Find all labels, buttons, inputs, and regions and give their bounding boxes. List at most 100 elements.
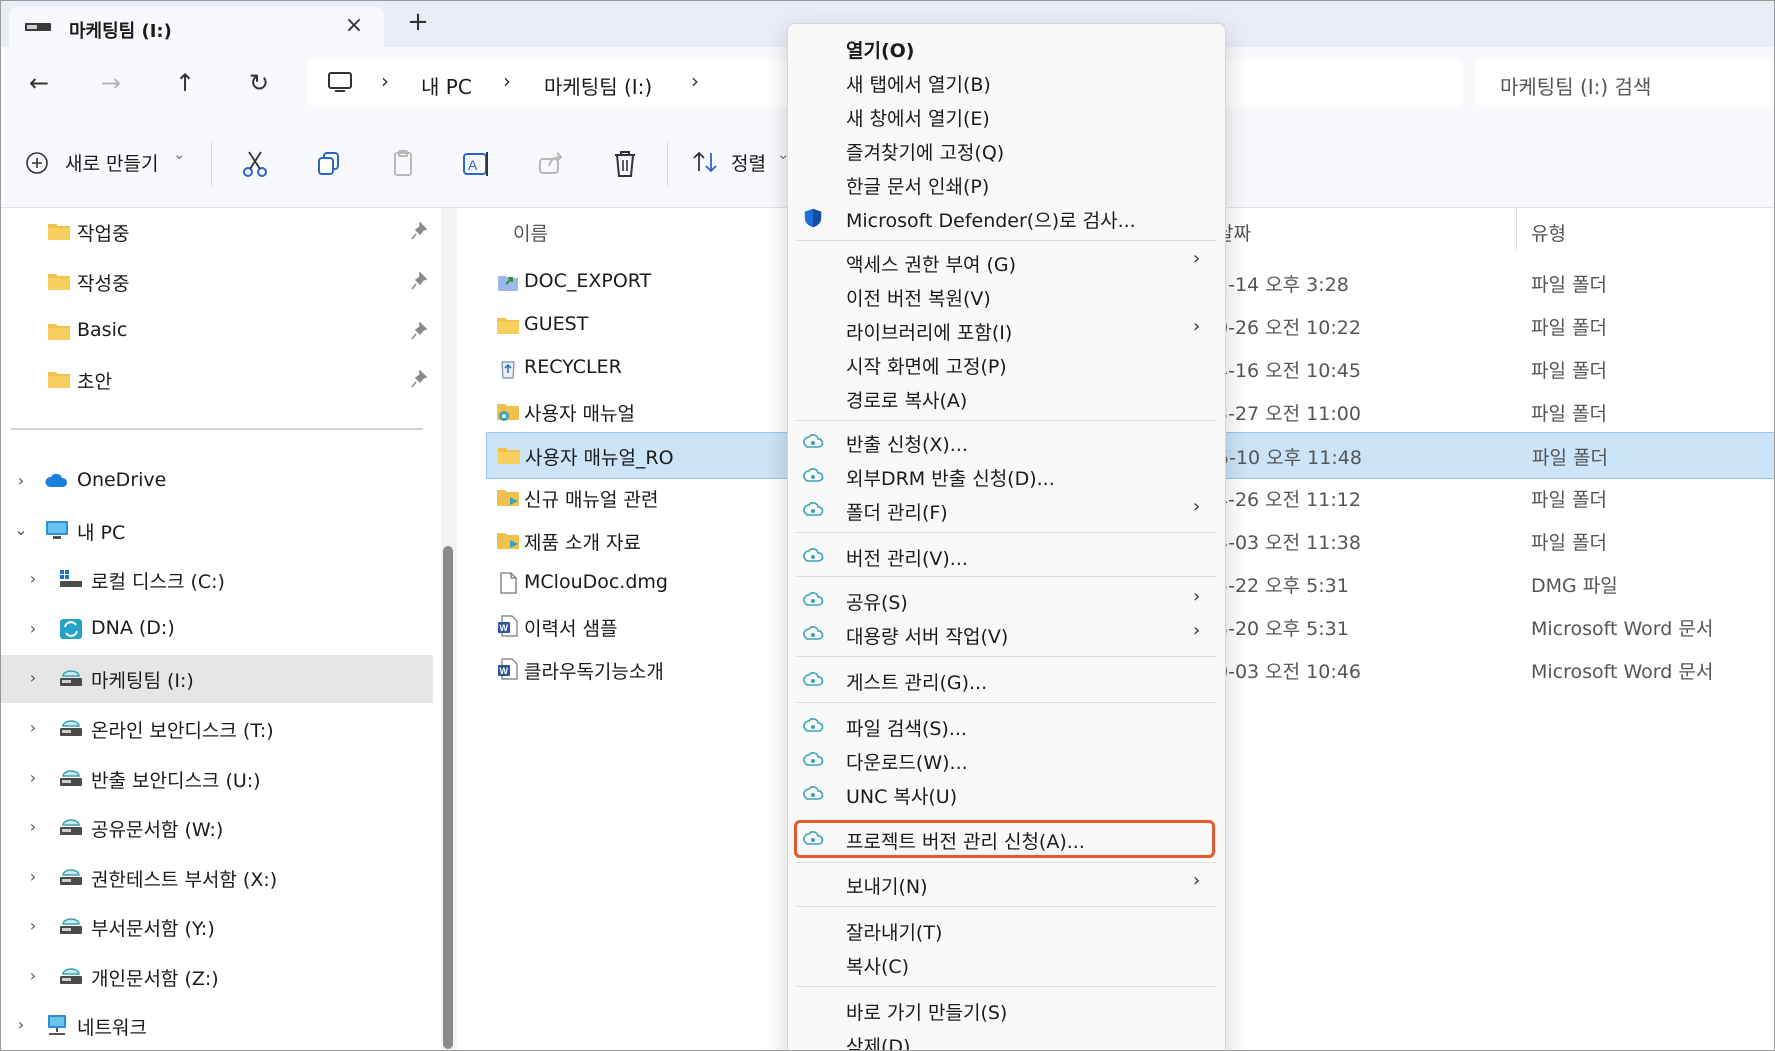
chevron-right-icon[interactable]: › (23, 916, 43, 935)
share-icon[interactable] (535, 149, 567, 179)
chevron-right-icon[interactable]: › (11, 1015, 31, 1034)
clouddoc-icon (803, 502, 824, 516)
sidebar-item-drive-x[interactable]: › 권한테스트 부서함 (X:) (1, 854, 433, 902)
quick-access-item[interactable]: Basic (1, 308, 433, 356)
menu-item-cut[interactable]: 잘라내기(T) (788, 914, 1225, 946)
sidebar-item-label: 네트워크 (77, 1017, 147, 1039)
copy-icon[interactable] (313, 149, 345, 179)
column-header-type[interactable]: 유형 (1531, 219, 1566, 246)
breadcrumb-marketing[interactable]: 마케팅팀 (I:) (544, 71, 652, 100)
context-menu: 열기(O) 새 탭에서 열기(B) 새 창에서 열기(E) 즐겨찾기에 고정(Q… (787, 23, 1226, 1051)
chevron-right-icon[interactable]: › (23, 768, 43, 787)
menu-item-folder-manage[interactable]: 폴더 관리(F) › (788, 494, 1225, 526)
pin-icon[interactable] (411, 322, 427, 340)
pin-icon[interactable] (411, 222, 427, 240)
sidebar-item-onedrive[interactable]: › OneDrive (1, 458, 433, 506)
menu-item-download[interactable]: 다운로드(W)... (788, 744, 1225, 776)
sidebar-item-drive-z[interactable]: › 개인문서함 (Z:) (1, 953, 433, 1001)
menu-item-copy[interactable]: 복사(C) (788, 948, 1225, 980)
quick-access-item[interactable]: 작성중 (1, 258, 433, 306)
cut-icon[interactable] (239, 149, 271, 179)
menu-item-unc-copy[interactable]: UNC 복사(U) (788, 778, 1225, 810)
menu-item-version-manage[interactable]: 버전 관리(V)... (788, 540, 1225, 572)
menu-item-large-server-task[interactable]: 대용량 서버 작업(V) › (788, 618, 1225, 650)
menu-item-open-new-window[interactable]: 새 창에서 열기(E) (788, 100, 1225, 132)
menu-separator (796, 576, 1217, 577)
chevron-down-icon[interactable]: ⌄ (11, 520, 31, 539)
folder-icon (48, 224, 70, 240)
chevron-right-icon[interactable]: › (23, 718, 43, 737)
tab-close-button[interactable]: × (339, 13, 369, 38)
sidebar-item-drive-c[interactable]: › 로컬 디스크 (C:) (1, 556, 433, 604)
chevron-right-icon[interactable]: › (23, 619, 43, 638)
chevron-right-icon[interactable]: › (23, 867, 43, 886)
rename-icon[interactable]: A (461, 149, 493, 179)
clouddoc-icon (803, 468, 824, 482)
chevron-down-icon: ⌄ (173, 145, 186, 163)
chevron-right-icon[interactable]: › (23, 569, 43, 588)
sidebar-item-drive-i[interactable]: › 마케팅팀 (I:) (1, 655, 433, 703)
chevron-right-icon[interactable]: › (23, 817, 43, 836)
menu-item-open-new-tab[interactable]: 새 탭에서 열기(B) (788, 66, 1225, 98)
sidebar-item-drive-w[interactable]: › 공유문서함 (W:) (1, 804, 433, 852)
search-box[interactable]: 마케팅팀 (I:) 검색 (1476, 59, 1774, 107)
pin-icon[interactable] (411, 272, 427, 290)
menu-item-export-request[interactable]: 반출 신청(X)... (788, 426, 1225, 458)
sidebar-item-drive-d[interactable]: › DNA (D:) (1, 606, 433, 654)
quick-access-item[interactable]: 초안 (1, 356, 433, 404)
sidebar-item-my-pc[interactable]: ⌄ 내 PC (1, 507, 433, 555)
menu-item-defender-scan[interactable]: Microsoft Defender(으)로 검사... (788, 202, 1225, 234)
menu-separator (796, 986, 1217, 987)
chevron-right-icon: › (1193, 316, 1201, 337)
sidebar-item-drive-u[interactable]: › 반출 보안디스크 (U:) (1, 755, 433, 803)
sidebar-item-network[interactable]: › 네트워크 (1, 1002, 433, 1050)
clouddoc-icon (803, 672, 824, 686)
paste-icon[interactable] (387, 149, 419, 179)
menu-item-copy-path[interactable]: 경로로 복사(A) (788, 382, 1225, 414)
menu-item-delete[interactable]: 삭제(D) (788, 1028, 1225, 1051)
sidebar-item-drive-y[interactable]: › 부서문서함 (Y:) (1, 903, 433, 951)
menu-item-restore-version[interactable]: 이전 버전 복원(V) (788, 280, 1225, 312)
pin-icon[interactable] (411, 370, 427, 388)
sidebar-item-label: 작성중 (77, 273, 130, 295)
menu-item-file-search[interactable]: 파일 검색(S)... (788, 710, 1225, 742)
menu-item-pin-start[interactable]: 시작 화면에 고정(P) (788, 348, 1225, 380)
chevron-right-icon[interactable]: › (23, 966, 43, 985)
menu-item-open[interactable]: 열기(O) (788, 32, 1225, 64)
back-button[interactable]: ← (21, 65, 57, 101)
menu-item-project-version-request[interactable]: 프로젝트 버전 관리 신청(A)... (788, 823, 1225, 855)
column-divider[interactable] (1516, 208, 1517, 250)
file-icon (500, 572, 517, 594)
menu-item-label: 대용량 서버 작업(V) (846, 626, 1009, 648)
word-document-icon: W (498, 615, 518, 637)
menu-item-include-library[interactable]: 라이브러리에 포함(I) › (788, 314, 1225, 346)
sidebar-divider (11, 428, 423, 430)
menu-item-guest-manage[interactable]: 게스트 관리(G)... (788, 664, 1225, 696)
breadcrumb-my-pc[interactable]: 내 PC (421, 71, 472, 100)
quick-access-item[interactable]: 작업중 (1, 208, 433, 256)
menu-item-send-to[interactable]: 보내기(N) › (788, 868, 1225, 900)
menu-item-pin-favorites[interactable]: 즐겨찾기에 고정(Q) (788, 134, 1225, 166)
menu-item-external-drm-export[interactable]: 외부DRM 반출 신청(D)... (788, 460, 1225, 492)
menu-item-print-hwp[interactable]: 한글 문서 인쇄(P) (788, 168, 1225, 200)
sidebar-item-label: 공유문서함 (W:) (91, 819, 224, 841)
sidebar-scrollbar-thumb[interactable] (443, 546, 453, 1049)
chevron-right-icon[interactable]: › (23, 668, 43, 687)
menu-item-create-shortcut[interactable]: 바로 가기 만들기(S) (788, 994, 1225, 1026)
up-button[interactable]: ↑ (167, 65, 203, 101)
tab-marketing[interactable]: 마케팅팀 (I:) × (9, 7, 384, 47)
menu-item-label: 삭제(D) (846, 1036, 911, 1051)
cloud-icon (45, 473, 68, 487)
forward-button[interactable]: → (93, 65, 129, 101)
new-tab-button[interactable]: + (401, 7, 435, 37)
file-date: 5-10 오후 11:48 (1217, 447, 1362, 469)
folder-icon (48, 274, 70, 290)
sidebar-item-label: 내 PC (77, 522, 126, 544)
refresh-button[interactable]: ↻ (241, 65, 277, 101)
chevron-right-icon[interactable]: › (11, 471, 31, 490)
sidebar-item-drive-t[interactable]: › 온라인 보안디스크 (T:) (1, 705, 433, 753)
menu-item-share[interactable]: 공유(S) › (788, 584, 1225, 616)
column-header-name[interactable]: 이름 (513, 219, 548, 246)
trash-icon[interactable] (609, 149, 641, 179)
menu-item-grant-access[interactable]: 액세스 권한 부여 (G) › (788, 246, 1225, 278)
